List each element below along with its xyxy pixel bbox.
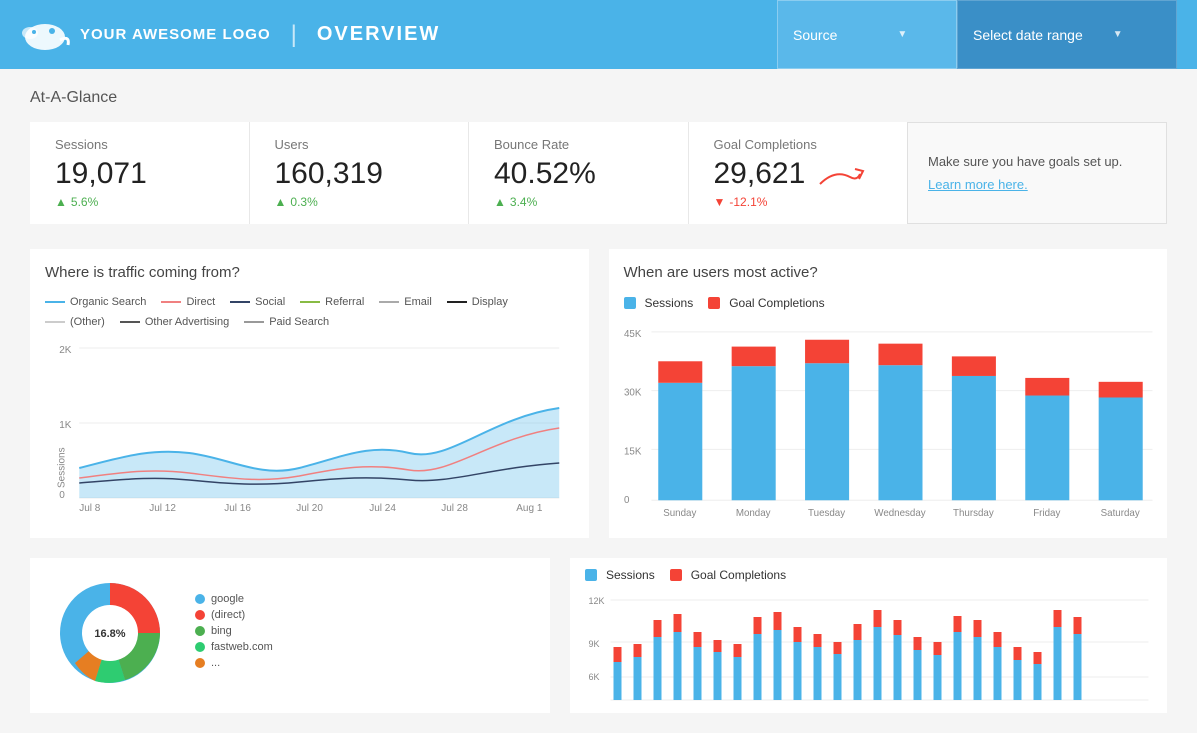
learn-more-link[interactable]: Learn more here. [928, 177, 1146, 192]
activity-legend: Sessions Goal Completions [624, 296, 1153, 310]
legend-display: Display [447, 296, 508, 308]
header-divider: | [291, 21, 297, 49]
source-dropdown[interactable]: Source ▼ [777, 0, 957, 69]
goals-value: 29,621 [714, 157, 806, 191]
hourly-legend-goals: Goal Completions [670, 568, 786, 582]
pie-legend-fastweb: fastweb.com [195, 641, 273, 653]
pie-legend-bing: bing [195, 625, 273, 637]
svg-text:12K: 12K [589, 596, 605, 606]
bounce-change: ▲ 3.4% [494, 195, 663, 209]
svg-text:Sunday: Sunday [663, 508, 696, 519]
legend-other: (Other) [45, 316, 105, 328]
bounce-label: Bounce Rate [494, 137, 663, 152]
svg-text:Jul 28: Jul 28 [441, 503, 468, 514]
pie-legend: google (direct) bing fastweb.com [195, 593, 273, 673]
activity-panel: When are users most active? Sessions Goa… [609, 249, 1168, 538]
sessions-label: Sessions [55, 137, 224, 152]
bounce-arrow: ▲ [494, 195, 506, 209]
source-dropdown-arrow: ▼ [897, 29, 907, 40]
svg-text:15K: 15K [624, 446, 642, 457]
goals-change: ▼ -12.1% [714, 195, 883, 209]
activity-title: When are users most active? [624, 264, 1153, 281]
users-arrow: ▲ [275, 195, 287, 209]
logo-area: YOUR AWESOME LOGO [20, 15, 271, 55]
header: YOUR AWESOME LOGO | OVERVIEW Source ▼ Se… [0, 0, 1197, 69]
goals-arrow: ▼ [714, 195, 726, 209]
metric-goals: Goal Completions 29,621 ▼ -12.1% [689, 122, 908, 224]
metric-sessions: Sessions 19,071 ▲ 5.6% [30, 122, 250, 224]
svg-text:Jul 16: Jul 16 [224, 503, 251, 514]
goal-info-text: Make sure you have goals set up. [928, 154, 1146, 169]
logo-text: YOUR AWESOME LOGO [80, 26, 271, 43]
legend-direct: Direct [161, 296, 215, 308]
pie-legend-other: ... [195, 657, 273, 669]
date-range-dropdown[interactable]: Select date range ▼ [957, 0, 1177, 69]
activity-legend-sessions: Sessions [624, 296, 694, 310]
metric-users: Users 160,319 ▲ 0.3% [250, 122, 470, 224]
sessions-change: ▲ 5.6% [55, 195, 224, 209]
charts-row: Where is traffic coming from? Organic Se… [30, 249, 1167, 538]
metrics-cards: Sessions 19,071 ▲ 5.6% Users 160,319 ▲ 0… [30, 122, 907, 224]
logo-icon [20, 15, 70, 55]
sessions-value: 19,071 [55, 157, 224, 191]
svg-text:Tuesday: Tuesday [808, 508, 845, 519]
metric-bounce: Bounce Rate 40.52% ▲ 3.4% [469, 122, 689, 224]
svg-text:Thursday: Thursday [953, 508, 994, 519]
svg-text:Friday: Friday [1033, 508, 1060, 519]
pie-chart-svg: 16.8% [45, 568, 175, 698]
metrics-wrapper: Sessions 19,071 ▲ 5.6% Users 160,319 ▲ 0… [30, 122, 1167, 224]
main-content: At-A-Glance Sessions 19,071 ▲ 5.6% Users… [0, 69, 1197, 733]
goal-info-box: Make sure you have goals set up. Learn m… [907, 122, 1167, 224]
users-label: Users [275, 137, 444, 152]
header-title: OVERVIEW [317, 23, 440, 46]
legend-paid: Paid Search [244, 316, 329, 328]
svg-text:Jul 8: Jul 8 [79, 503, 101, 514]
hourly-legend: Sessions Goal Completions [585, 568, 1152, 582]
hourly-chart-svg: 12K 9K 6K [585, 592, 1152, 707]
activity-chart-svg: 45K 30K 15K 0 Sunday Monday [624, 320, 1153, 520]
svg-text:Sessions: Sessions [56, 447, 67, 488]
traffic-title: Where is traffic coming from? [45, 264, 574, 281]
activity-legend-goals: Goal Completions [708, 296, 824, 310]
svg-text:Aug 1: Aug 1 [516, 503, 543, 514]
date-dropdown-arrow: ▼ [1113, 29, 1123, 40]
legend-social: Social [230, 296, 285, 308]
traffic-chart-svg: 2K 1K 0 Sessions Jul 8 Jul 12 [45, 338, 574, 508]
lower-row: 16.8% google (direct) bing [30, 558, 1167, 713]
svg-text:Jul 24: Jul 24 [369, 503, 396, 514]
bounce-value: 40.52% [494, 157, 663, 191]
goals-label: Goal Completions [714, 137, 883, 152]
traffic-legend: Organic Search Direct Social Referral Em… [45, 296, 574, 328]
hourly-legend-sessions: Sessions [585, 568, 655, 582]
svg-text:Saturday: Saturday [1100, 508, 1139, 519]
users-change: ▲ 0.3% [275, 195, 444, 209]
legend-other-adv: Other Advertising [120, 316, 229, 328]
svg-text:Jul 12: Jul 12 [149, 503, 176, 514]
svg-text:2K: 2K [59, 345, 72, 356]
svg-text:30K: 30K [624, 388, 642, 399]
users-value: 160,319 [275, 157, 444, 191]
svg-text:1K: 1K [59, 420, 72, 431]
legend-email: Email [379, 296, 432, 308]
svg-text:0: 0 [59, 490, 65, 501]
goals-trend-icon [815, 159, 865, 194]
svg-text:6K: 6K [589, 672, 600, 682]
pie-legend-direct: (direct) [195, 609, 273, 621]
svg-text:Wednesday: Wednesday [874, 508, 926, 519]
svg-text:Jul 20: Jul 20 [296, 503, 323, 514]
legend-organic: Organic Search [45, 296, 146, 308]
svg-text:9K: 9K [589, 639, 600, 649]
at-a-glance-title: At-A-Glance [30, 89, 1167, 107]
hourly-panel: Sessions Goal Completions 12K 9K 6K [570, 558, 1167, 713]
sessions-arrow: ▲ [55, 195, 67, 209]
svg-text:0: 0 [624, 495, 630, 506]
pie-area: 16.8% google (direct) bing [45, 568, 535, 698]
svg-text:16.8%: 16.8% [94, 628, 125, 640]
traffic-panel: Where is traffic coming from? Organic Se… [30, 249, 589, 538]
pie-legend-google: google [195, 593, 273, 605]
svg-text:45K: 45K [624, 329, 642, 340]
legend-referral: Referral [300, 296, 364, 308]
pie-panel: 16.8% google (direct) bing [30, 558, 550, 713]
svg-text:Monday: Monday [735, 508, 770, 519]
